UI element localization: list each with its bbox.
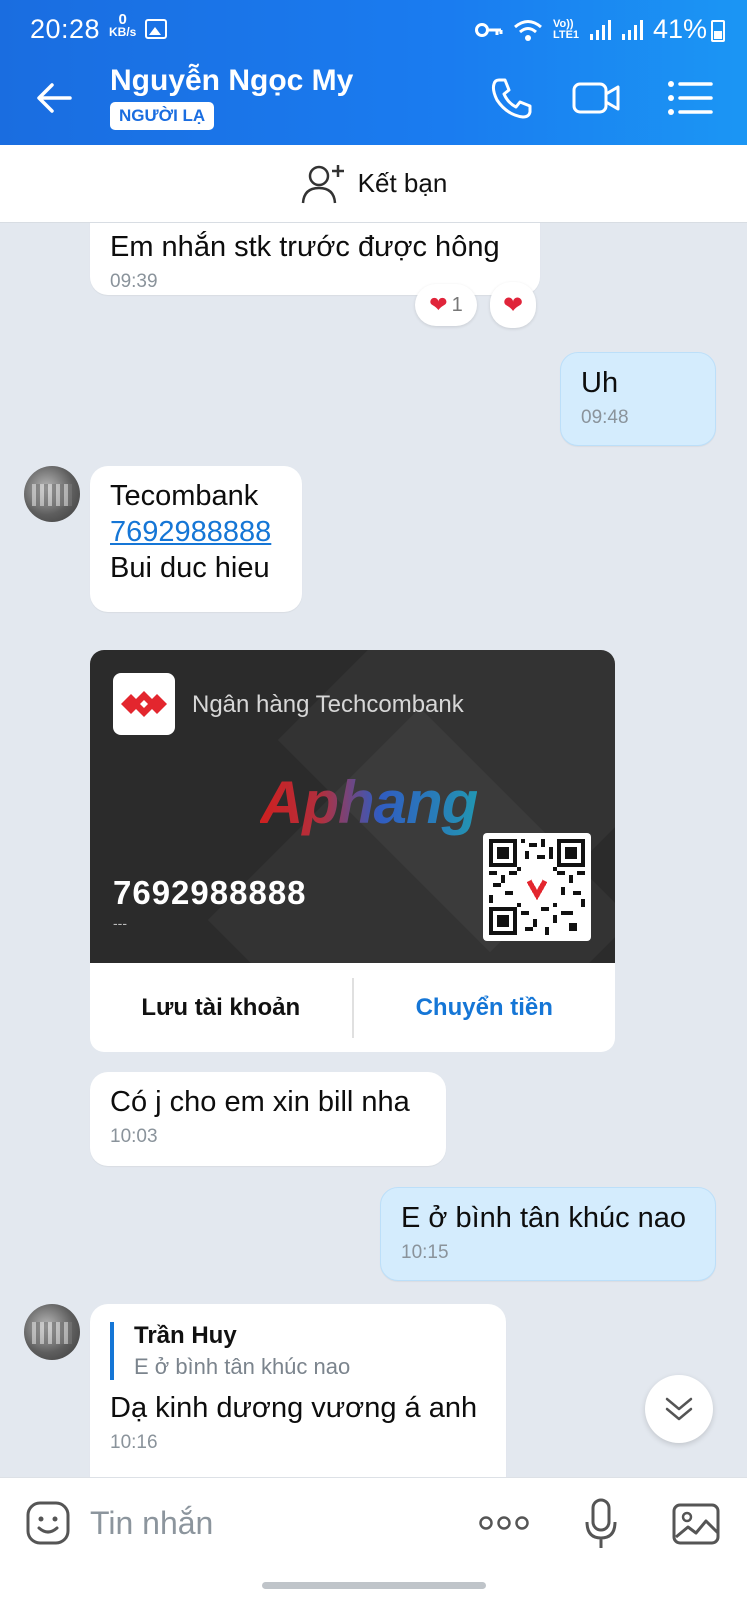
add-friend-label: Kết bạn xyxy=(357,168,448,198)
wifi-icon xyxy=(513,19,542,41)
video-call-icon[interactable] xyxy=(570,72,622,124)
reaction-summary[interactable]: ❤ 1 xyxy=(415,284,477,326)
bank-card-actions: Lưu tài khoản Chuyển tiền xyxy=(90,963,615,1052)
battery-icon xyxy=(711,20,725,42)
message-time: 10:16 xyxy=(110,1432,158,1453)
network-speed-unit: KB/s xyxy=(109,25,137,39)
heart-icon: ❤ xyxy=(502,291,524,319)
message-text: Có j cho em xin bill nha xyxy=(110,1086,410,1118)
reply-quoted-text: E ở bình tân khúc nao xyxy=(134,1354,351,1379)
menu-list-icon[interactable] xyxy=(665,72,717,124)
battery-percent: 41% xyxy=(652,14,707,44)
status-bar: 20:28 0 KB/s Vo)) LTE1 41% xyxy=(0,0,747,52)
chat-area[interactable]: Em nhắn stk trước được hông 09:39 ❤ 1 ❤ … xyxy=(0,223,747,1477)
qr-code[interactable] xyxy=(483,833,591,941)
contact-avatar[interactable] xyxy=(24,1304,80,1360)
account-holder: --- xyxy=(113,915,127,931)
message-bubble-incoming[interactable]: Tecombank 7692988888 Bui duc hieu xyxy=(90,466,302,612)
gallery-notification-icon xyxy=(145,19,167,39)
bank-name: Ngân hàng Techcombank xyxy=(192,691,464,718)
message-bubble-incoming[interactable]: Em nhắn stk trước được hông 09:39 xyxy=(90,223,540,295)
heart-icon: ❤ xyxy=(429,292,448,317)
reaction-count: 1 xyxy=(451,293,463,316)
message-bubble-outgoing[interactable]: Uh 09:48 xyxy=(560,352,716,446)
volte-icon: Vo)) LTE1 xyxy=(552,17,580,41)
bank-card-body: Ngân hàng Techcombank Aphang 7692988888 … xyxy=(90,650,615,963)
message-input[interactable] xyxy=(90,1496,450,1550)
message-text: Dạ kinh dương vương á anh xyxy=(110,1392,478,1424)
stranger-badge: NGƯỜI LẠ xyxy=(110,102,215,130)
message-text: Em nhắn stk trước được hông xyxy=(110,231,500,263)
reply-quote[interactable]: Trần Huy E ở bình tân khúc nao xyxy=(110,1322,486,1380)
contact-avatar[interactable] xyxy=(24,466,80,522)
chat-header: Nguyễn Ngọc My NGƯỜI LẠ xyxy=(0,52,747,145)
contact-name[interactable]: Nguyễn Ngọc My xyxy=(110,64,353,98)
network-speed: 0 KB/s xyxy=(109,12,137,39)
message-bubble-reply[interactable]: Trần Huy E ở bình tân khúc nao Dạ kinh d… xyxy=(90,1304,506,1477)
vpn-key-icon xyxy=(474,22,503,37)
message-text: Uh xyxy=(581,367,619,399)
message-bubble-incoming[interactable]: Có j cho em xin bill nha 10:03 xyxy=(90,1072,446,1166)
message-text-line: Tecombank xyxy=(110,480,259,512)
message-time: 10:03 xyxy=(110,1126,158,1147)
double-chevron-down-icon xyxy=(665,1397,693,1421)
signal-2-icon xyxy=(621,19,643,40)
reply-author: Trần Huy xyxy=(134,1322,237,1349)
sticker-emoji-icon[interactable] xyxy=(25,1500,71,1546)
more-options-icon[interactable] xyxy=(478,1508,530,1538)
transfer-money-button[interactable]: Chuyển tiền xyxy=(354,994,616,1022)
image-gallery-icon[interactable] xyxy=(672,1503,720,1545)
message-time: 09:48 xyxy=(581,407,629,428)
scroll-to-bottom-button[interactable] xyxy=(645,1375,713,1443)
phone-call-icon[interactable] xyxy=(485,72,537,124)
account-number: 7692988888 xyxy=(113,874,307,911)
message-text-line: Bui duc hieu xyxy=(110,552,270,584)
status-time: 20:28 xyxy=(30,14,101,44)
save-account-button[interactable]: Lưu tài khoản xyxy=(90,994,352,1022)
navigation-bar xyxy=(0,1567,747,1600)
add-friend-bar[interactable]: Kết bạn xyxy=(0,145,747,223)
watermark-logo: Aphang xyxy=(260,769,478,836)
react-heart-button[interactable]: ❤ xyxy=(490,282,536,328)
home-indicator[interactable] xyxy=(262,1582,486,1589)
message-composer xyxy=(0,1477,747,1567)
techcombank-logo-icon xyxy=(113,673,175,735)
message-time: 10:15 xyxy=(401,1242,449,1263)
signal-1-icon xyxy=(589,19,611,40)
add-friend-icon xyxy=(301,164,344,203)
status-right-group: Vo)) LTE1 41% xyxy=(474,14,707,45)
microphone-icon[interactable] xyxy=(585,1498,617,1550)
message-text: E ở bình tân khúc nao xyxy=(401,1202,687,1234)
back-arrow-icon[interactable] xyxy=(30,74,78,122)
bank-account-card[interactable]: Ngân hàng Techcombank Aphang 7692988888 … xyxy=(90,650,615,1052)
account-number-link[interactable]: 7692988888 xyxy=(110,514,282,550)
message-bubble-outgoing[interactable]: E ở bình tân khúc nao 10:15 xyxy=(380,1187,716,1281)
